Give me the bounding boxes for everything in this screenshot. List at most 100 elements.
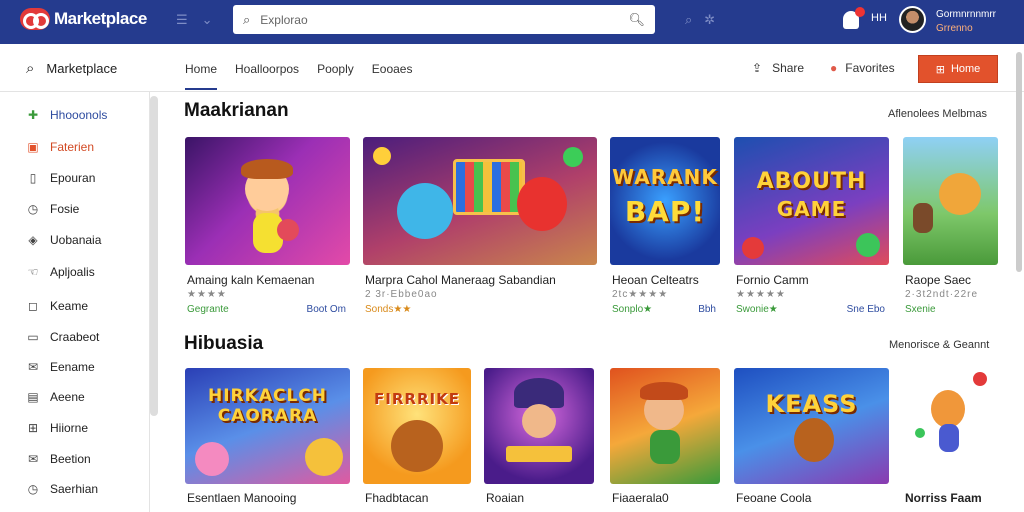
sidebar-scrollbar[interactable]: [150, 96, 158, 416]
share-button[interactable]: ⇪ Share: [752, 61, 804, 75]
section-link[interactable]: Aflenolees Melbmas: [888, 108, 987, 120]
sidebar-item-1[interactable]: ✚ Hhooonols: [26, 105, 107, 125]
art-title: ABOUTH: [756, 169, 867, 194]
menu-icon[interactable]: ☰: [176, 12, 188, 28]
game-card[interactable]: Marpra Cahol Maneraag Sabandian 2 3r·Ebb…: [363, 137, 597, 319]
share-label: Share: [772, 61, 805, 75]
search-icon[interactable]: ⌕: [685, 12, 692, 28]
brand-label: Marketplace: [46, 61, 118, 76]
puzzle-board: [453, 159, 525, 215]
gem-art: [563, 147, 583, 167]
search-submit-icon[interactable]: 🔍︎: [628, 12, 645, 28]
game-card[interactable]: ABOUTH GAME Fornio Camm ★★★★★ Swonie★ Sn…: [734, 137, 889, 319]
game-title: Raope Saec: [905, 273, 972, 287]
card-footer: Swonie★ Sne Ebo: [736, 304, 885, 315]
art-title: FIRRRIKE: [374, 390, 460, 408]
sidebar-item-label: Saerhian: [50, 482, 99, 496]
notification-icon[interactable]: [843, 7, 865, 29]
tab-4[interactable]: Eooaes: [372, 44, 413, 92]
game-card[interactable]: Fiaaerala0: [610, 368, 720, 512]
fox-character: [939, 173, 981, 215]
game-title: Norriss Faam: [905, 491, 982, 505]
sidebar-item-12[interactable]: ✉ Beetion: [26, 449, 91, 469]
tab-2[interactable]: Hoalloorpos: [235, 44, 299, 92]
game-card[interactable]: Raope Saec 2·3t2ndt·22re Sxenie: [903, 137, 998, 319]
game-title: Heoan Celteatrs: [612, 273, 699, 287]
mail-icon: ✉: [27, 452, 39, 466]
sidebar-item-10[interactable]: ▤ Aeene: [26, 387, 84, 407]
rating: ★★★★★: [736, 289, 786, 300]
art-title: HIRKACLCH CAORARA: [208, 386, 327, 426]
chevron-down-icon[interactable]: ⌄: [202, 12, 213, 28]
rating: 2tc★★★★: [612, 289, 669, 300]
share-icon: ⇪: [752, 61, 763, 75]
heart-icon: [973, 372, 987, 386]
game-card[interactable]: KEASS Feoane Coola: [734, 368, 889, 512]
tab-home[interactable]: Home: [185, 44, 218, 92]
game-card[interactable]: Roaian: [484, 368, 594, 512]
pin-icon: ●: [830, 61, 838, 75]
search-icon: ⌕: [243, 11, 251, 27]
mail-icon: ✉: [27, 360, 39, 374]
brand[interactable]: ⌕ Marketplace: [26, 60, 117, 77]
sidebar-item-label: Apljoalis: [50, 265, 95, 279]
sidebar-item-8[interactable]: ▭ Craabeot: [26, 327, 99, 347]
search-input[interactable]: Explorao: [260, 13, 628, 27]
main-scrollbar[interactable]: [1016, 52, 1022, 272]
game-card[interactable]: HIRKACLCH CAORARA Esentlaen Manooing: [185, 368, 350, 512]
game-title: Esentlaen Manooing: [187, 491, 297, 505]
game-card[interactable]: WARANK BAP! Heoan Celteatrs 2tc★★★★ Sonp…: [610, 137, 720, 319]
top-icons-mid: ⌕ ✲: [685, 12, 715, 28]
sidebar-item-5[interactable]: ◈ Uobanaia: [26, 230, 101, 250]
top-bar: Marketplace ☰ ⌄ ⌕ Explorao 🔍︎ ⌕ ✲ HH Gor…: [0, 0, 1024, 44]
category: Sonds★★: [365, 304, 412, 315]
user-subtitle: Grrenno: [936, 23, 973, 34]
character-face: [522, 404, 556, 438]
game-card[interactable]: FIRRRIKE Fhadbtacan: [363, 368, 471, 512]
sidebar-item-label: Epouran: [50, 171, 96, 185]
price[interactable]: Sne Ebo: [847, 304, 885, 315]
home-button[interactable]: ⊞ Home: [918, 55, 998, 83]
game-card[interactable]: Amaing kaln Kemaenan ★★★★ Gegrante Boot …: [185, 137, 350, 319]
logo[interactable]: Marketplace: [20, 8, 147, 30]
grid-icon: ⊞: [27, 421, 39, 435]
game-title: Fiaaerala0: [612, 491, 669, 505]
sidebar-item-13[interactable]: ◷ Saerhian: [26, 479, 98, 499]
tab-3[interactable]: Pooply: [317, 44, 354, 92]
game-card[interactable]: Norriss Faam: [903, 368, 998, 512]
character-art: [195, 442, 229, 476]
game-artwork: [363, 137, 597, 265]
sidebar-item-7[interactable]: ◻ Keame: [26, 296, 88, 316]
price[interactable]: Bbh: [698, 304, 716, 315]
gem-art: [915, 428, 925, 438]
kid-character: [913, 203, 933, 233]
section-link[interactable]: Menorisce & Geannt: [889, 339, 989, 351]
sidebar-item-label: Fosie: [50, 202, 80, 216]
avatar[interactable]: [899, 6, 926, 33]
sidebar-item-6[interactable]: ☜ Apljoalis: [26, 262, 95, 282]
card-footer: Sonds★★: [365, 304, 593, 315]
grid-icon: ⊞: [935, 63, 945, 76]
sidebar-item-3[interactable]: ▯ Epouran: [26, 168, 96, 188]
clock-icon: ◷: [27, 482, 39, 496]
game-artwork: [903, 137, 998, 265]
gem-art: [742, 237, 764, 259]
user-info[interactable]: Gormnrnnmrr Grrenno: [936, 8, 996, 36]
sidebar-item-2[interactable]: ▣ Faterien: [26, 137, 94, 157]
character-body: [650, 430, 680, 464]
section-title: Maakrianan: [184, 100, 289, 121]
sidebar-item-4[interactable]: ◷ Fosie: [26, 199, 80, 219]
sidebar-item-9[interactable]: ✉ Eename: [26, 357, 95, 377]
search-bar[interactable]: ⌕ Explorao 🔍︎: [233, 5, 655, 34]
gem-art: [856, 233, 880, 257]
tag-icon: ◈: [28, 233, 38, 247]
favorites-button[interactable]: ● Favorites: [830, 61, 895, 75]
price[interactable]: Boot Om: [307, 304, 346, 315]
search-icon[interactable]: ⌕: [26, 60, 34, 77]
settings-icon[interactable]: ✲: [704, 12, 715, 28]
sidebar-item-11[interactable]: ⊞ Hiiorne: [26, 418, 88, 438]
red-character: [517, 177, 567, 231]
card-footer: Sonplo★ Bbh: [612, 304, 716, 315]
logo-text: Marketplace: [54, 9, 147, 28]
box-icon: ▭: [27, 330, 39, 344]
